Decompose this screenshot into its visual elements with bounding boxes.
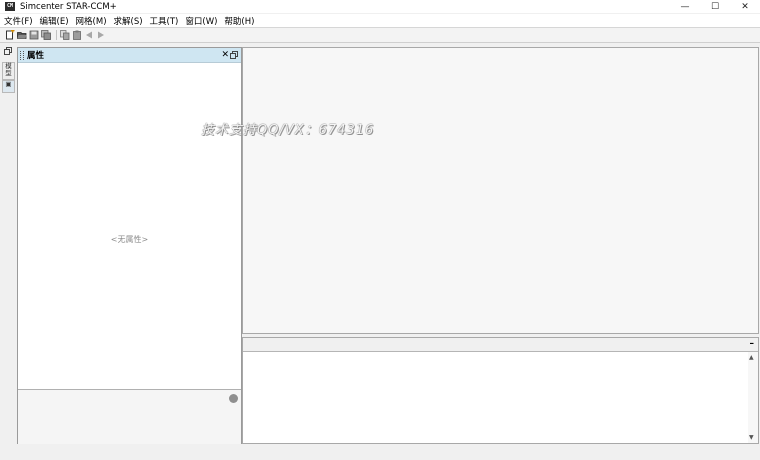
maximize-button[interactable]: ☐ [700,0,730,13]
menu-file[interactable]: 文件(F) [0,15,36,27]
restore-icon[interactable] [4,47,12,55]
back-arrow-icon[interactable] [84,30,94,40]
forward-arrow-icon[interactable] [96,30,106,40]
menu-bar: 文件(F) 编辑(E) 网格(M) 求解(S) 工具(T) 窗口(W) 帮助(H… [0,14,760,27]
float-window-icon[interactable] [230,51,238,59]
open-folder-icon[interactable] [17,30,27,40]
menu-help[interactable]: 帮助(H) [220,15,257,27]
side-tab-strip: 模型 ▣ [0,44,16,444]
properties-body: <无属性> [18,63,241,389]
toolbar-separator [56,30,57,40]
output-text-area[interactable] [243,352,748,443]
toolbar-divider [0,42,760,43]
window-controls: — ☐ ✕ [670,0,760,13]
clipboard-icon[interactable] [72,30,82,40]
watermark-text: 技术支持QQ/VX：674316 [201,123,375,138]
close-icon[interactable]: ✕ [221,48,229,62]
menu-tools[interactable]: 工具(T) [146,15,182,27]
drag-grip-icon[interactable] [20,50,24,60]
status-dot-icon[interactable] [229,394,238,403]
properties-panel: 属性 ✕ <无属性> [17,47,242,444]
side-tab-model[interactable]: 模型 [2,62,15,80]
output-scrollbar[interactable]: ▲ ▼ [748,352,758,443]
properties-title: 属性 [27,51,45,61]
properties-header: 属性 ✕ [18,48,241,63]
copy-icon[interactable] [60,30,70,40]
title-bar: CM Simcenter STAR-CCM+ — ☐ ✕ [0,0,760,13]
menu-window[interactable]: 窗口(W) [181,15,220,27]
graphics-window[interactable] [242,47,759,334]
menu-mesh[interactable]: 网格(M) [72,15,110,27]
property-description-area [18,389,241,444]
minimize-button[interactable]: — [670,0,700,13]
output-header: – [243,338,758,352]
menu-solve[interactable]: 求解(S) [110,15,146,27]
no-properties-text: <无属性> [110,235,149,244]
window-title: Simcenter STAR-CCM+ [20,1,117,12]
menu-edit[interactable]: 编辑(E) [36,15,72,27]
new-simulation-icon[interactable] [5,30,15,40]
save-all-icon[interactable] [41,30,51,40]
scroll-down-icon[interactable]: ▼ [749,434,754,441]
app-logo-icon: CM [5,2,15,11]
output-panel: – ▲ ▼ [242,337,759,444]
toolbar [0,28,760,42]
bottom-margin [0,445,760,460]
scroll-up-icon[interactable]: ▲ [749,354,754,361]
side-tab-graphics[interactable]: ▣ [2,80,15,93]
save-icon[interactable] [29,30,39,40]
close-button[interactable]: ✕ [730,0,760,13]
minimize-icon[interactable]: – [750,338,755,350]
